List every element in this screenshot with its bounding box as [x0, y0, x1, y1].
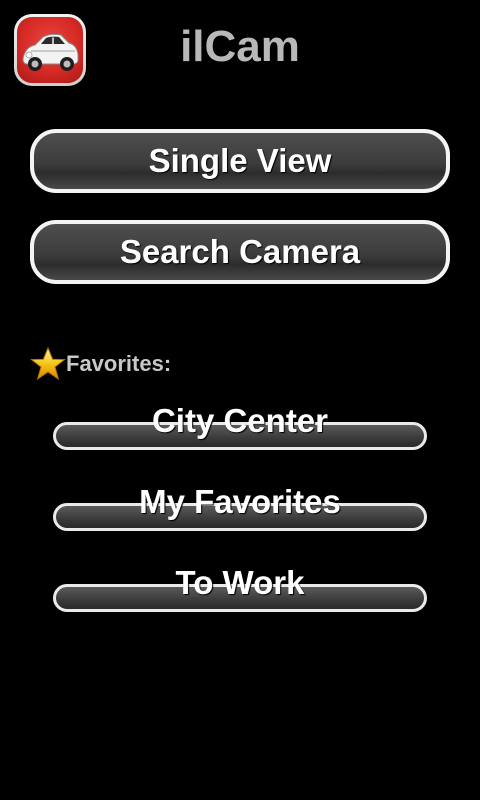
- star-icon: [30, 346, 66, 381]
- favorite-label[interactable]: My Favorites: [0, 481, 480, 523]
- single-view-button[interactable]: Single View: [30, 129, 450, 193]
- favorite-label[interactable]: City Center: [0, 400, 480, 442]
- favorite-label[interactable]: To Work: [0, 562, 480, 604]
- favorite-item[interactable]: My Favorites: [0, 481, 480, 541]
- search-camera-button[interactable]: Search Camera: [30, 220, 450, 284]
- app-title: ilCam: [180, 22, 300, 71]
- favorite-item[interactable]: City Center: [0, 400, 480, 460]
- favorites-label: Favorites:: [66, 351, 172, 376]
- favorites-header: Favorites:: [30, 344, 171, 384]
- favorite-item[interactable]: To Work: [0, 562, 480, 622]
